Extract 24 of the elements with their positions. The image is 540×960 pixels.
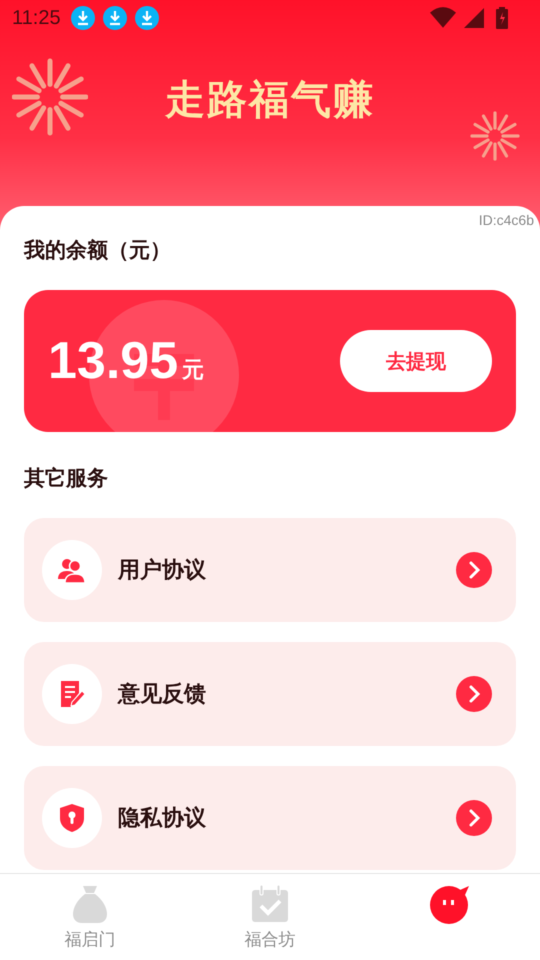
service-item[interactable]: 隐私协议	[24, 766, 516, 870]
service-label: 意见反馈	[118, 681, 207, 709]
service-item[interactable]: 用户协议	[24, 518, 516, 622]
wifi-icon	[430, 7, 456, 29]
id-label: ID:c4c6b	[478, 212, 534, 228]
chevron-right-icon	[456, 800, 492, 836]
download-icon	[102, 6, 127, 30]
service-label: 隐私协议	[118, 805, 207, 833]
firework-icon	[470, 109, 520, 163]
balance-amount: 13.95	[48, 331, 178, 391]
signal-icon	[464, 7, 484, 29]
currency-unit: 元	[182, 357, 204, 385]
download-icon	[134, 6, 159, 30]
service-item[interactable]: 意见反馈	[24, 642, 516, 746]
withdraw-button[interactable]: 去提现	[340, 330, 492, 392]
download-icon	[70, 6, 95, 30]
status-time: 11:25	[12, 6, 61, 30]
chevron-right-icon	[456, 552, 492, 588]
service-label: 用户协议	[118, 557, 207, 585]
battery-icon	[496, 7, 508, 29]
chevron-right-icon	[456, 676, 492, 712]
section-title: 其它服务	[24, 465, 109, 492]
app-title: 走路福气赚	[165, 74, 375, 124]
balance-label: 我的余额（元）	[24, 237, 172, 264]
